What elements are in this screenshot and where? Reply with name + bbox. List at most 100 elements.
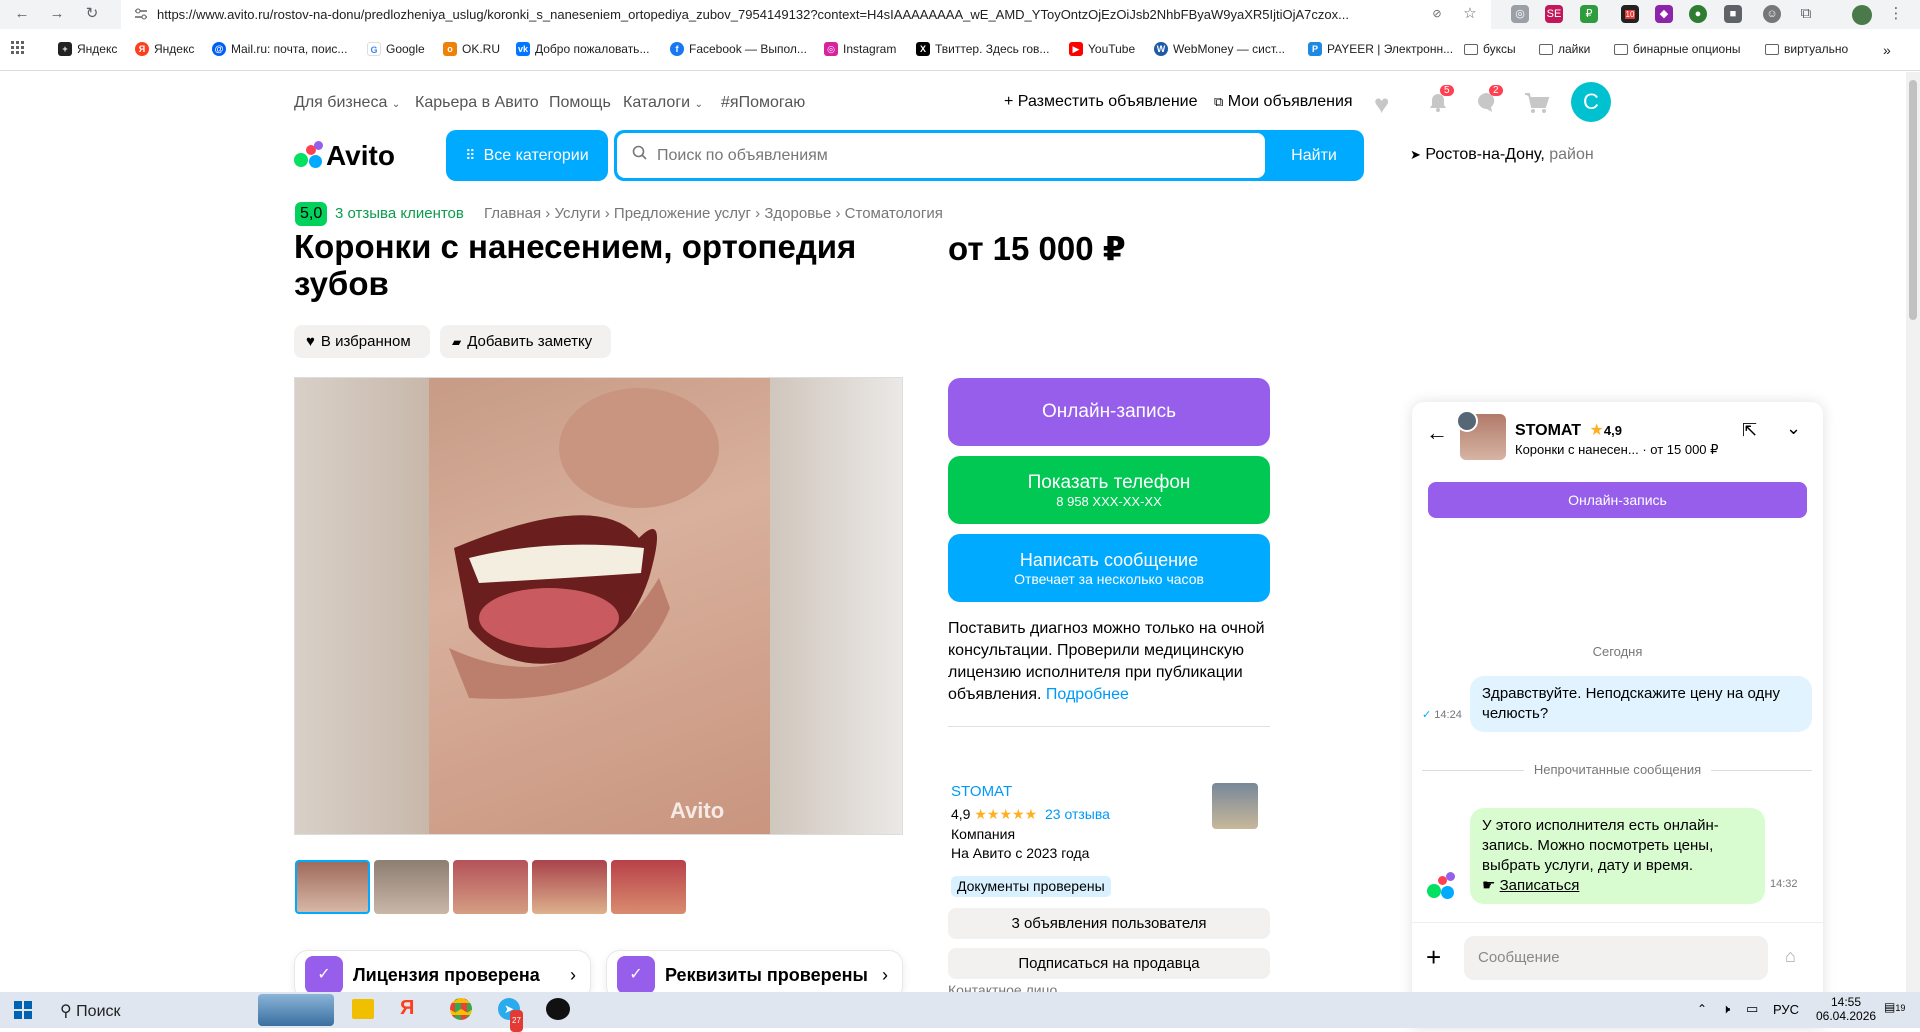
apps-grid-icon[interactable] — [11, 41, 25, 55]
puzzle-icon[interactable]: ⧉ — [1797, 5, 1815, 23]
add-note-button[interactable]: ▰ Добавить заметку — [440, 325, 611, 358]
bookmark-folder[interactable]: бинарные опционы — [1614, 42, 1740, 56]
forward-icon[interactable]: → — [47, 4, 67, 24]
cart-icon[interactable] — [1524, 91, 1550, 115]
bookmark-item[interactable]: @ Mail.ru: почта, поис... — [212, 42, 347, 56]
bookmark-item[interactable]: vk Добро пожаловать... — [516, 42, 649, 56]
weather-widget[interactable] — [258, 994, 334, 1026]
breadcrumb-item[interactable]: Предложение услуг — [614, 205, 751, 222]
chrome-icon[interactable] — [450, 998, 472, 1020]
subscribe-seller-button[interactable]: Подписаться на продавца — [948, 948, 1270, 979]
taskbar-search[interactable]: ⚲ Поиск — [60, 1001, 121, 1021]
scrollbar-thumb[interactable] — [1909, 80, 1917, 320]
bookmark-item[interactable]: + Яндекс — [58, 42, 117, 56]
breadcrumb-item[interactable]: Услуги — [554, 205, 600, 222]
vpn-extension-icon[interactable]: ● — [1689, 5, 1707, 23]
file-explorer-icon[interactable] — [352, 999, 374, 1019]
bookmark-item[interactable]: G Google — [367, 42, 425, 56]
camera-icon[interactable]: ⌂ — [1785, 946, 1796, 967]
bookmark-item[interactable]: ◎ Instagram — [824, 42, 896, 56]
nav-help[interactable]: Помощь — [549, 94, 611, 112]
bookmark-item[interactable]: P PAYEER | Электронн... — [1308, 42, 1453, 56]
all-categories-button[interactable]: ⠿ Все категории — [446, 130, 608, 181]
seller-ads-button[interactable]: 3 объявления пользователя — [948, 908, 1270, 939]
seller-avatar[interactable] — [1212, 783, 1258, 829]
alien-extension-icon[interactable]: ☺ — [1763, 5, 1781, 23]
bookmark-folder[interactable]: буксы — [1464, 42, 1516, 56]
post-ad-link[interactable]: + Разместить объявление — [1004, 93, 1198, 111]
thumbnail-5[interactable] — [611, 860, 686, 914]
nav-career[interactable]: Карьера в Авито — [415, 94, 539, 112]
globe-extension-icon[interactable]: ◎ — [1511, 5, 1529, 23]
se-extension-icon[interactable]: SE — [1545, 5, 1563, 23]
bookmark-item[interactable]: W WebMoney — сист... — [1154, 42, 1285, 56]
bookmark-item[interactable]: ▶ YouTube — [1069, 42, 1135, 56]
cube-extension-icon[interactable]: ■ — [1724, 5, 1742, 23]
breadcrumb-item[interactable]: Стоматология — [845, 205, 943, 222]
bookmark-item[interactable]: Я Яндекс — [135, 42, 194, 56]
scrollbar[interactable] — [1906, 72, 1920, 992]
seller-reviews-link[interactable]: 23 отзыва — [1045, 806, 1110, 822]
avito-logo[interactable]: Avito — [294, 140, 395, 171]
my-ads-link[interactable]: ⧉ Мои объявления — [1214, 93, 1353, 111]
app-icon[interactable] — [546, 998, 570, 1020]
windows-start-icon[interactable] — [14, 1001, 32, 1019]
message-input[interactable]: Сообщение — [1464, 936, 1768, 980]
site-settings-icon[interactable] — [133, 7, 149, 21]
breadcrumb-item[interactable]: Главная — [484, 205, 541, 222]
back-arrow-icon[interactable]: ← — [1426, 420, 1448, 446]
reload-icon[interactable]: ↻ — [82, 4, 102, 24]
network-icon[interactable]: ▭ — [1746, 1001, 1758, 1017]
thumbnail-3[interactable] — [453, 860, 528, 914]
breadcrumb-item[interactable]: Здоровье — [764, 205, 831, 222]
telegram-icon[interactable]: ➤ 27 — [498, 998, 523, 1032]
yandex-browser-icon[interactable]: Я — [400, 997, 422, 1019]
bookmark-star-icon[interactable]: ☆ — [1461, 5, 1479, 23]
book-link[interactable]: Записаться — [1500, 877, 1580, 894]
main-photo[interactable]: Avito — [294, 377, 903, 835]
bookmark-folder[interactable]: виртуально — [1765, 42, 1848, 56]
volume-icon[interactable]: 🕨 — [1722, 1001, 1730, 1017]
show-phone-button[interactable]: Показать телефон 8 958 XXX-XX-XX — [948, 456, 1270, 524]
profile-avatar-icon[interactable] — [1852, 5, 1872, 25]
more-bookmarks-icon[interactable]: » — [1883, 42, 1891, 58]
nav-catalogs[interactable]: Каталоги ⌄ — [623, 94, 703, 112]
thumbnail-2[interactable] — [374, 860, 449, 914]
messages-chat-icon[interactable]: 2 — [1475, 85, 1503, 114]
menu-dots-icon[interactable]: ⋮ — [1887, 5, 1905, 23]
more-link[interactable]: Подробнее — [1046, 686, 1129, 703]
bookmark-folder[interactable]: лайки — [1539, 42, 1590, 56]
url-text[interactable]: https://www.avito.ru/rostov-na-donu/pred… — [157, 7, 1407, 22]
seller-name[interactable]: STOMAT — [951, 783, 1012, 800]
ruble-extension-icon[interactable]: ₽ — [1580, 5, 1598, 23]
find-button[interactable]: Найти — [1264, 130, 1364, 181]
clock[interactable]: 14:55 06.04.2026 — [1816, 995, 1876, 1023]
open-external-icon[interactable]: ⇱ — [1742, 420, 1757, 441]
notification-center-icon[interactable]: ▤19 — [1884, 1000, 1905, 1014]
bookmark-item[interactable]: o OK.RU — [443, 42, 500, 56]
online-booking-button[interactable]: Онлайн-запись — [948, 378, 1270, 446]
bookmark-item[interactable]: f Facebook — Выпол... — [670, 42, 807, 56]
notifications-bell-icon[interactable]: 5 — [1426, 85, 1454, 114]
write-message-button[interactable]: Написать сообщение Отвечает за несколько… — [948, 534, 1270, 602]
bookmark-item[interactable]: X Твиттер. Здесь гов... — [916, 42, 1049, 56]
chat-booking-button[interactable]: Онлайн-запись — [1428, 482, 1807, 518]
eye-off-icon[interactable]: ⊘ — [1428, 5, 1446, 23]
location-selector[interactable]: ➤ Ростов-на-Дону, район — [1410, 146, 1594, 164]
user-avatar[interactable]: С — [1571, 82, 1611, 122]
language-indicator[interactable]: РУС — [1773, 1002, 1799, 1017]
search-input[interactable]: Поиск по объявлениям — [617, 133, 1265, 178]
favorite-button[interactable]: ♥ В избранном — [294, 325, 430, 358]
attach-plus-icon[interactable]: + — [1426, 942, 1441, 973]
thumbnail-4[interactable] — [532, 860, 607, 914]
tray-chevron-up-icon[interactable]: ⌃ — [1697, 1002, 1707, 1016]
calendar-extension-icon[interactable]: 10 — [1621, 5, 1639, 23]
favorites-heart-icon[interactable]: ♥ — [1374, 89, 1389, 120]
back-icon[interactable]: ← — [12, 4, 32, 24]
chevron-down-icon[interactable]: ⌄ — [1786, 418, 1801, 439]
thumbnail-1[interactable] — [295, 860, 370, 914]
nav-help-hashtag[interactable]: #яПомогаю — [721, 94, 805, 112]
gem-extension-icon[interactable]: ◆ — [1655, 5, 1673, 23]
nav-business[interactable]: Для бизнеса ⌄ — [294, 94, 400, 112]
reviews-link[interactable]: 3 отзыва клиентов — [335, 205, 464, 222]
